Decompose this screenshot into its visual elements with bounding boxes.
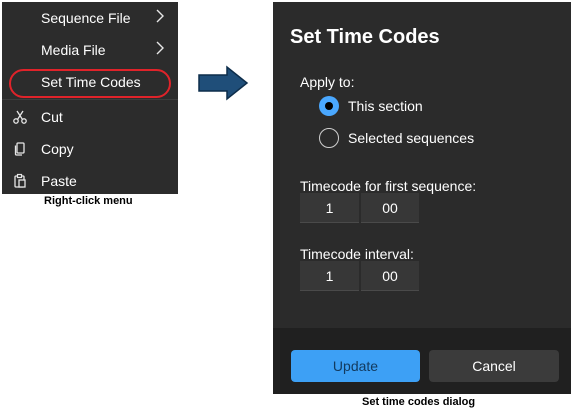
interval-timecode: 1 00 <box>300 261 419 291</box>
copy-icon <box>14 142 25 156</box>
paste-icon <box>14 173 26 188</box>
radio-this-section[interactable]: This section <box>319 96 423 116</box>
interval-frames-field[interactable]: 00 <box>361 261 419 291</box>
context-menu-caption: Right-click menu <box>44 195 133 207</box>
chevron-right-icon <box>156 41 164 55</box>
menu-item-sequence-file[interactable]: Sequence File <box>2 3 178 33</box>
menu-item-label: Paste <box>41 173 77 189</box>
cancel-button[interactable]: Cancel <box>429 350 559 382</box>
dialog-title: Set Time Codes <box>290 26 440 48</box>
radio-label: This section <box>348 98 423 114</box>
apply-to-label: Apply to: <box>300 74 355 90</box>
menu-item-paste[interactable]: Paste <box>2 166 178 196</box>
first-sequence-frames-field[interactable]: 00 <box>361 193 419 223</box>
update-button[interactable]: Update <box>291 350 420 382</box>
menu-item-media-file[interactable]: Media File <box>2 35 178 65</box>
menu-item-label: Cut <box>41 109 63 125</box>
interval-label: Timecode interval: <box>300 246 414 262</box>
radio-unchecked-icon[interactable] <box>319 128 339 148</box>
radio-label: Selected sequences <box>348 130 475 146</box>
chevron-right-icon <box>156 9 164 23</box>
menu-item-label: Media File <box>41 42 106 58</box>
menu-item-cut[interactable]: Cut <box>2 102 178 132</box>
scissors-icon <box>13 110 27 124</box>
menu-item-copy[interactable]: Copy <box>2 134 178 164</box>
dialog-footer: Update Cancel <box>273 328 571 394</box>
right-arrow-icon <box>198 65 249 101</box>
menu-item-label: Copy <box>41 141 74 157</box>
first-sequence-label: Timecode for first sequence: <box>300 178 477 194</box>
radio-selected-sequences[interactable]: Selected sequences <box>319 128 474 148</box>
radio-checked-icon[interactable] <box>319 96 339 116</box>
menu-separator <box>2 99 178 100</box>
first-sequence-timecode: 1 00 <box>300 193 419 223</box>
dialog-caption: Set time codes dialog <box>362 396 476 408</box>
highlight-outline <box>9 69 171 98</box>
menu-item-label: Sequence File <box>41 10 131 26</box>
set-time-codes-dialog: Set Time Codes Apply to: This section Se… <box>273 2 571 394</box>
interval-minutes-field[interactable]: 1 <box>300 261 359 291</box>
first-sequence-minutes-field[interactable]: 1 <box>300 193 359 223</box>
context-menu: Sequence File Media File Set Time Codes … <box>2 2 178 194</box>
